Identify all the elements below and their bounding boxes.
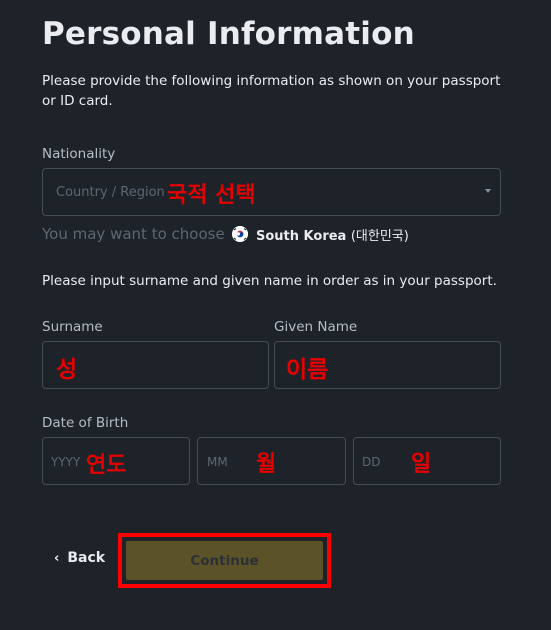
dob-month-input[interactable]: MM 월 (197, 437, 346, 485)
continue-button-label: Continue (190, 552, 259, 569)
dob-year-input[interactable]: YYYY 연도 (42, 437, 190, 485)
year-placeholder: YYYY (51, 455, 81, 469)
chevron-left-icon: ‹ (54, 550, 60, 566)
surname-label: Surname (42, 319, 103, 335)
nationality-placeholder: Country / Region (56, 185, 165, 200)
surname-input[interactable]: 성 (42, 341, 269, 389)
page-title: Personal Information (42, 16, 415, 52)
month-annotation: 월 (256, 452, 277, 477)
suggest-country-native: (대한민국) (350, 229, 409, 244)
suggest-country-name: South Korea (256, 229, 347, 244)
back-button-label: Back (67, 550, 106, 566)
given-name-input[interactable]: 이름 (274, 341, 501, 389)
south-korea-flag-icon (232, 226, 248, 242)
back-button[interactable]: ‹ Back (54, 550, 105, 566)
continue-button[interactable]: Continue (126, 541, 323, 580)
nationality-label: Nationality (42, 146, 116, 162)
suggest-country-link[interactable]: South Korea (대한민국) (256, 225, 409, 244)
surname-annotation: 성 (56, 357, 78, 383)
nationality-select[interactable]: Country / Region 국적 선택 (42, 168, 501, 216)
name-order-note: Please input surname and given name in o… (42, 273, 497, 289)
month-placeholder: MM (207, 455, 228, 469)
continue-highlight: Continue (118, 533, 331, 588)
nationality-annotation: 국적 선택 (167, 183, 256, 208)
suggest-prefix: You may want to choose (42, 225, 225, 243)
year-annotation: 연도 (86, 453, 127, 478)
day-annotation: 일 (411, 452, 432, 477)
chevron-down-icon (485, 189, 491, 193)
dob-label: Date of Birth (42, 415, 129, 431)
dob-day-input[interactable]: DD 일 (353, 437, 501, 485)
given-name-label: Given Name (274, 319, 358, 335)
given-name-annotation: 이름 (286, 357, 329, 383)
day-placeholder: DD (362, 455, 381, 469)
intro-text: Please provide the following information… (42, 73, 501, 109)
